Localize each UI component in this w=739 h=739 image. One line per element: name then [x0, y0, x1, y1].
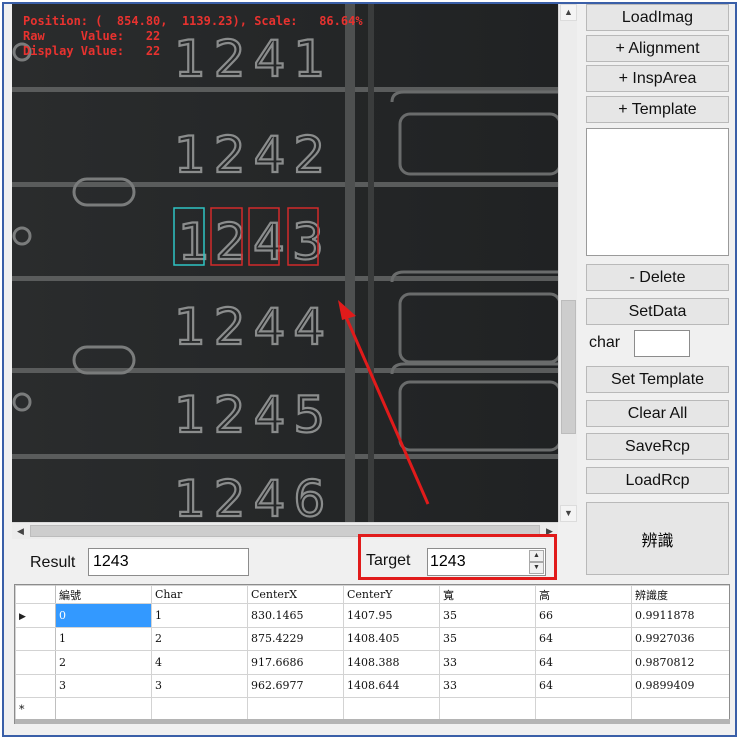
column-header-confidence[interactable]: 辨識度 — [631, 585, 729, 604]
image-viewer[interactable]: 1241 1242 1244 1245 1246 1 2 4 3 Position: ( 854… — [12, 4, 558, 522]
etched-number-1245: 1245 — [174, 386, 333, 444]
add-template-button[interactable]: + Template — [586, 96, 729, 123]
load-image-button[interactable]: LoadImag — [586, 4, 729, 31]
template-list[interactable] — [586, 128, 729, 256]
table-cell[interactable]: 4 — [151, 650, 248, 675]
table-cell[interactable]: 64 — [535, 626, 632, 651]
table-cell[interactable] — [151, 697, 248, 722]
etched-number-1244: 1244 — [174, 298, 333, 356]
table-cell[interactable]: 2 — [151, 626, 248, 651]
spin-down-icon[interactable]: ▼ — [529, 562, 544, 574]
add-alignment-button[interactable]: + Alignment — [586, 35, 729, 62]
table-cell[interactable]: 33 — [439, 650, 536, 675]
table-row[interactable]: 1 2 875.4229 1408.405 35 64 0.9927036 — [15, 626, 729, 651]
row-header[interactable]: ▶ — [15, 603, 56, 628]
result-label: Result — [30, 554, 76, 571]
current-row-icon: ▶ — [19, 611, 26, 622]
table-cell[interactable]: 3 — [151, 673, 248, 698]
clear-all-button[interactable]: Clear All — [586, 400, 729, 427]
overlay-raw-value: Raw Value: 22 — [23, 29, 161, 43]
table-row[interactable]: ▶ 0 1 830.1465 1407.95 35 66 0.9911878 — [15, 603, 729, 628]
result-field[interactable]: 1243 — [88, 548, 249, 576]
table-cell[interactable] — [55, 697, 152, 722]
table-cell[interactable]: 1408.405 — [343, 626, 440, 651]
table-cell[interactable]: 1408.388 — [343, 650, 440, 675]
recognize-button[interactable]: 辨識 — [586, 502, 729, 575]
table-cell[interactable]: 66 — [535, 603, 632, 628]
scroll-down-icon[interactable]: ▼ — [560, 505, 577, 522]
table-cell[interactable]: 2 — [55, 650, 152, 675]
scroll-left-icon[interactable]: ◀ — [12, 523, 29, 539]
pcb-image: 124112421244124512461 2 4 3 — [12, 4, 558, 522]
scroll-up-icon[interactable]: ▲ — [560, 4, 577, 21]
set-template-button[interactable]: Set Template — [586, 366, 729, 393]
table-cell[interactable]: 35 — [439, 626, 536, 651]
overlay-position: Position: ( 854.80, 1139.23), Scale: 86.… — [23, 14, 363, 28]
table-cell[interactable]: 875.4229 — [247, 626, 344, 651]
new-row-header[interactable]: * — [15, 697, 56, 722]
table-row[interactable]: 2 4 917.6686 1408.388 33 64 0.9870812 — [15, 650, 729, 675]
table-cell[interactable]: 1 — [151, 603, 248, 628]
row-header[interactable] — [15, 650, 56, 675]
column-header-center-x[interactable]: CenterX — [247, 585, 344, 604]
table-cell[interactable] — [535, 697, 632, 722]
grid-header-row: 編號 Char CenterX CenterY 寬 高 辨識度 — [15, 585, 729, 604]
table-cell[interactable]: 0.9899409 — [631, 673, 729, 698]
table-cell[interactable] — [439, 697, 536, 722]
table-cell[interactable]: 962.6977 — [247, 673, 344, 698]
table-cell[interactable]: 0.9911878 — [631, 603, 729, 628]
table-cell[interactable]: 3 — [55, 673, 152, 698]
target-char-1: 1 — [178, 213, 210, 271]
etched-number-1242: 1242 — [174, 126, 333, 184]
target-label: Target — [366, 552, 411, 569]
row-header-corner — [15, 585, 56, 604]
spin-up-icon[interactable]: ▲ — [529, 550, 544, 562]
column-header-center-y[interactable]: CenterY — [343, 585, 440, 604]
result-grid[interactable]: 編號 Char CenterX CenterY 寬 高 辨識度 ▶ 0 1 830.1… — [14, 584, 730, 724]
table-cell[interactable]: 1 — [55, 626, 152, 651]
add-insp-area-button[interactable]: + InspArea — [586, 65, 729, 92]
column-header-height[interactable]: 高 — [535, 585, 632, 604]
target-spinner[interactable]: ▲ ▼ — [529, 550, 544, 574]
char-input[interactable] — [634, 330, 690, 357]
table-cell[interactable]: 830.1465 — [247, 603, 344, 628]
table-cell[interactable]: 0 — [55, 603, 152, 628]
table-cell[interactable]: 917.6686 — [247, 650, 344, 675]
new-row[interactable]: * — [15, 697, 729, 722]
column-header-index[interactable]: 編號 — [55, 585, 152, 604]
etched-number-1246: 1246 — [174, 470, 333, 522]
table-cell[interactable]: 0.9927036 — [631, 626, 729, 651]
char-label: char — [589, 334, 621, 351]
table-row[interactable]: 3 3 962.6977 1408.644 33 64 0.9899409 — [15, 673, 729, 698]
column-header-width[interactable]: 寬 — [439, 585, 536, 604]
overlay-display-value: Display Value: 22 — [23, 44, 161, 58]
pixel-info-overlay: Position: ( 854.80, 1139.23), Scale: 86.… — [23, 14, 363, 59]
table-cell[interactable] — [247, 697, 344, 722]
table-cell[interactable]: 35 — [439, 603, 536, 628]
table-cell[interactable]: 64 — [535, 673, 632, 698]
viewer-vertical-scrollbar[interactable]: ▲ ▼ — [558, 4, 577, 522]
vertical-scroll-thumb[interactable] — [561, 300, 576, 434]
load-recipe-button[interactable]: LoadRcp — [586, 467, 729, 494]
table-cell[interactable]: 0.9870812 — [631, 650, 729, 675]
table-cell[interactable]: 1408.644 — [343, 673, 440, 698]
column-header-char[interactable]: Char — [151, 585, 248, 604]
table-cell[interactable]: 64 — [535, 650, 632, 675]
row-header[interactable] — [15, 673, 56, 698]
target-char-3: 4 — [253, 213, 285, 271]
grid-bottom-bar — [15, 719, 730, 724]
table-cell[interactable]: 1407.95 — [343, 603, 440, 628]
table-cell[interactable] — [343, 697, 440, 722]
set-data-button[interactable]: SetData — [586, 298, 729, 325]
save-recipe-button[interactable]: SaveRcp — [586, 433, 729, 460]
table-cell[interactable]: 33 — [439, 673, 536, 698]
delete-button[interactable]: - Delete — [586, 264, 729, 291]
target-char-4: 3 — [292, 213, 324, 271]
table-cell[interactable] — [631, 697, 729, 722]
row-header[interactable] — [15, 626, 56, 651]
